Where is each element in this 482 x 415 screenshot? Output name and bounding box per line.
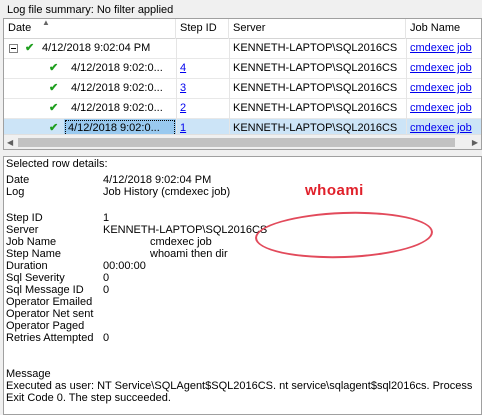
- horizontal-scrollbar[interactable]: ◀ ▶: [4, 134, 481, 149]
- row-date: 4/12/2018 9:02:0...: [71, 82, 163, 94]
- success-check-icon: ✔: [49, 82, 59, 94]
- details-header: Selected row details:: [6, 158, 108, 170]
- selected-row-details: Selected row details: Date 4/12/2018 9:0…: [3, 156, 482, 415]
- row-step-id-link[interactable]: 3: [180, 82, 186, 94]
- detail-value: 0: [103, 332, 110, 344]
- table-row[interactable]: ✔ 4/12/2018 9:02:0... 2 KENNETH-LAPTOP\S…: [4, 99, 481, 119]
- success-check-icon: ✔: [49, 62, 59, 74]
- scrollbar-thumb[interactable]: [18, 138, 455, 147]
- detail-label: Sql Message ID: [6, 284, 84, 296]
- detail-label: Retries Attempted: [6, 332, 94, 344]
- log-summary-label: Log file summary: No filter applied: [7, 4, 174, 16]
- detail-value: 4/12/2018 9:02:04 PM: [103, 174, 212, 186]
- grid-header: Date ▲ Step ID Server Job Name: [4, 19, 481, 39]
- detail-value: 1: [103, 212, 110, 224]
- log-grid[interactable]: Date ▲ Step ID Server Job Name ✔ 4/12/20…: [3, 18, 482, 150]
- log-file-viewer: Log file summary: No filter applied Date…: [0, 0, 482, 415]
- scroll-left-icon[interactable]: ◀: [7, 138, 13, 147]
- row-server: KENNETH-LAPTOP\SQL2016CS: [233, 102, 398, 114]
- success-check-icon: ✔: [49, 102, 59, 114]
- detail-label: Operator Emailed: [6, 296, 93, 308]
- detail-value: 0: [103, 272, 110, 284]
- row-job-link[interactable]: cmdexec job: [410, 62, 472, 74]
- row-step-id-link[interactable]: 1: [180, 122, 186, 134]
- detail-value: 0: [103, 284, 110, 296]
- detail-label: Operator Paged: [6, 320, 85, 332]
- row-job-link[interactable]: cmdexec job: [410, 122, 472, 134]
- row-date: 4/12/2018 9:02:04 PM: [42, 42, 151, 54]
- table-row[interactable]: ✔ 4/12/2018 9:02:0... 4 KENNETH-LAPTOP\S…: [4, 59, 481, 79]
- message-text: Executed as user: NT Service\SQLAgent$SQ…: [6, 380, 473, 392]
- detail-label: Date: [6, 174, 30, 186]
- detail-label: Duration: [6, 260, 48, 272]
- detail-label: Message: [6, 368, 51, 380]
- detail-label: Sql Severity: [6, 272, 65, 284]
- column-header-step-id[interactable]: Step ID: [176, 19, 229, 39]
- detail-label: Server: [6, 224, 39, 236]
- table-row[interactable]: ✔ 4/12/2018 9:02:04 PM KENNETH-LAPTOP\SQ…: [4, 39, 481, 59]
- success-check-icon: ✔: [25, 42, 35, 54]
- row-job-link[interactable]: cmdexec job: [410, 82, 472, 94]
- detail-label: Job Name: [6, 236, 57, 248]
- table-row[interactable]: ✔ 4/12/2018 9:02:0... 3 KENNETH-LAPTOP\S…: [4, 79, 481, 99]
- row-server: KENNETH-LAPTOP\SQL2016CS: [233, 62, 398, 74]
- detail-label: Step ID: [6, 212, 43, 224]
- row-job-link[interactable]: cmdexec job: [410, 42, 472, 54]
- row-date: 4/12/2018 9:02:0...: [71, 102, 163, 114]
- detail-value: 00:00:00: [103, 260, 146, 272]
- detail-value: KENNETH-LAPTOP\SQL2016CS: [103, 224, 268, 236]
- row-job-link[interactable]: cmdexec job: [410, 102, 472, 114]
- detail-label: Operator Net sent: [6, 308, 94, 320]
- detail-label: Log: [6, 186, 25, 198]
- annotation-label: whoami: [305, 182, 364, 199]
- row-step-id: [176, 39, 229, 59]
- detail-value: cmdexec job: [150, 236, 212, 248]
- detail-label: Step Name: [6, 248, 62, 260]
- column-header-server[interactable]: Server: [229, 19, 406, 39]
- detail-value: Job History (cmdexec job): [103, 186, 231, 198]
- sort-ascending-icon: ▲: [42, 18, 50, 27]
- row-step-id-link[interactable]: 2: [180, 102, 186, 114]
- row-date: 4/12/2018 9:02:0...: [71, 62, 163, 74]
- row-step-id-link[interactable]: 4: [180, 62, 186, 74]
- row-server: KENNETH-LAPTOP\SQL2016CS: [233, 42, 398, 54]
- collapse-toggle-icon[interactable]: [9, 44, 18, 53]
- message-text: Exit Code 0. The step succeeded.: [6, 392, 171, 404]
- row-server: KENNETH-LAPTOP\SQL2016CS: [233, 82, 398, 94]
- scroll-right-icon[interactable]: ▶: [472, 138, 478, 147]
- column-header-date[interactable]: Date ▲: [4, 19, 176, 39]
- detail-value: whoami then dir: [150, 248, 228, 260]
- column-header-job-name[interactable]: Job Name: [406, 19, 481, 39]
